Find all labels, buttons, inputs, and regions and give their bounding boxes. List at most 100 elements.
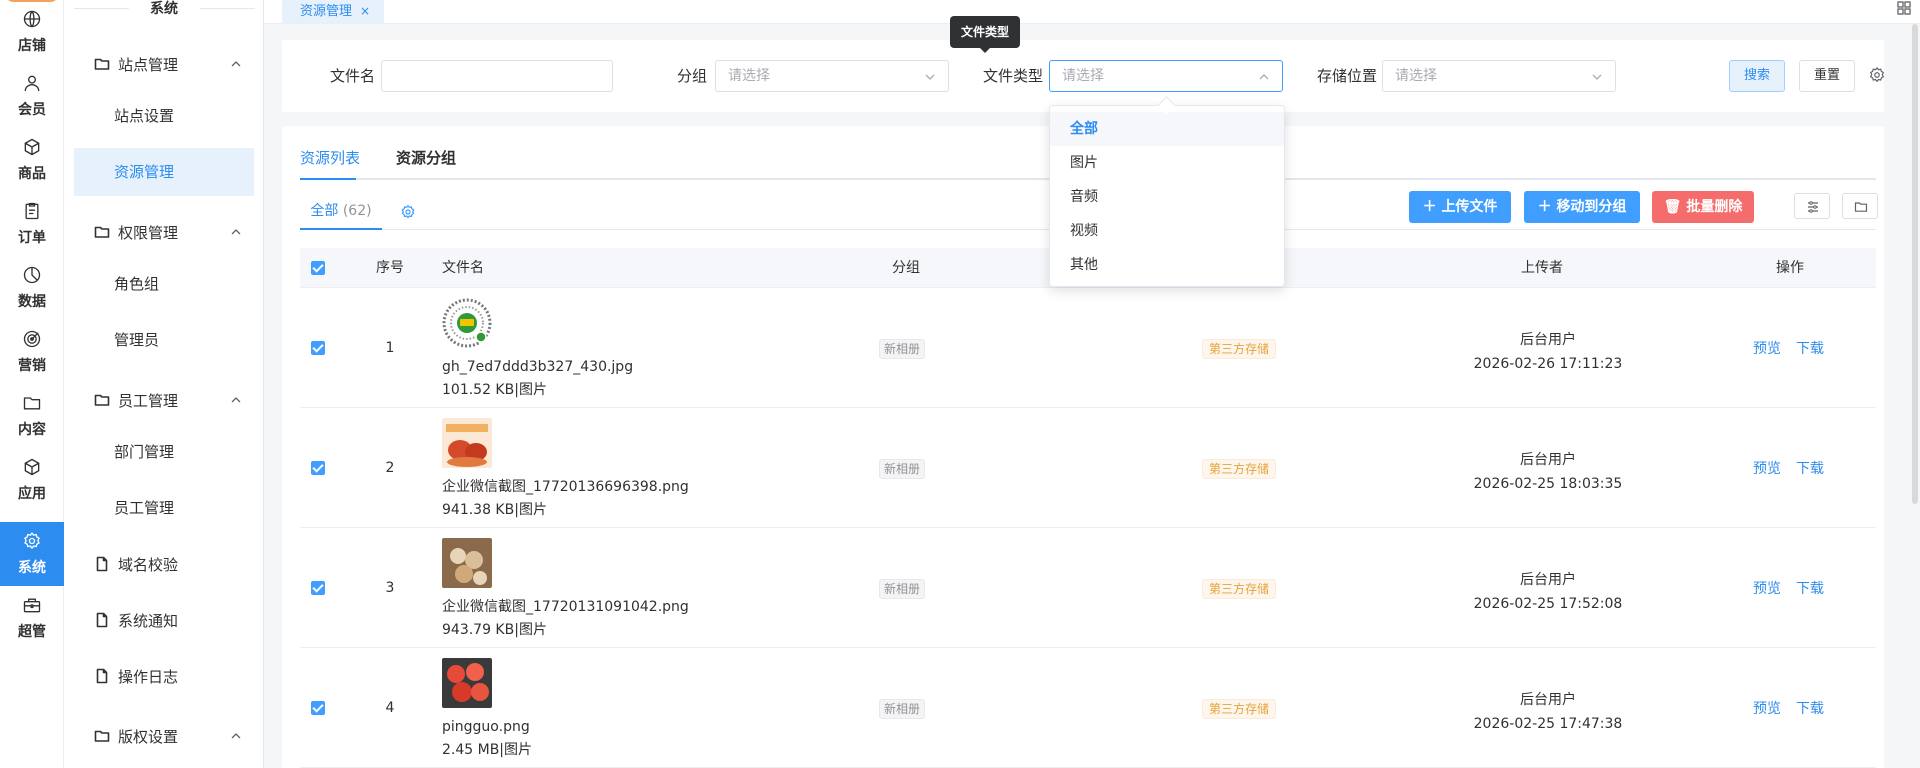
menu-item-resource-management[interactable]: 资源管理 — [74, 148, 254, 196]
folder-view-button[interactable] — [1842, 193, 1878, 219]
rail-item-product[interactable]: 商品 — [0, 128, 64, 192]
menu-item-site-settings[interactable]: 站点设置 — [74, 92, 254, 140]
chevron-up-icon — [231, 229, 241, 235]
grid-icon[interactable] — [1896, 0, 1912, 16]
menu-group-label: 版权设置 — [118, 727, 179, 746]
group-select[interactable]: 请选择 — [715, 60, 949, 92]
rail-item-marketing[interactable]: 营销 — [0, 320, 64, 384]
move-to-group-button[interactable]: ＋ 移动到分组 — [1524, 191, 1640, 223]
rail-label: 系统 — [18, 560, 46, 576]
vertical-scrollbar[interactable] — [1912, 24, 1918, 504]
select-all-checkbox[interactable] — [311, 261, 325, 275]
folder-icon — [94, 58, 110, 70]
table-row: 1 gh_7ed7ddd3b327_430.jpg 101.52 KB|图片 新… — [300, 288, 1876, 408]
move-to-group-label: 移动到分组 — [1556, 199, 1627, 215]
menu-group-permission[interactable]: 权限管理 — [64, 212, 264, 252]
uploader-cell: 后台用户 2026-02-25 18:03:35 — [1448, 448, 1648, 496]
row-checkbox[interactable] — [311, 461, 325, 475]
header-index: 序号 — [376, 260, 404, 276]
upload-file-button[interactable]: ＋ 上传文件 — [1409, 191, 1511, 223]
folder-icon — [94, 394, 110, 406]
storage-select-placeholder: 请选择 — [1395, 68, 1437, 84]
storage-label: 存储位置 — [1317, 67, 1378, 85]
order-icon — [25, 202, 39, 220]
rail-item-content[interactable]: 内容 — [0, 384, 64, 448]
chevron-up-icon — [231, 397, 241, 403]
download-link[interactable]: 下载 — [1796, 460, 1824, 478]
app-icon — [24, 458, 40, 476]
filetype-select[interactable]: 请选择 — [1049, 60, 1283, 92]
menu-item-staff[interactable]: 员工管理 — [74, 484, 254, 532]
table-row: 2 企业微信截图_17720136696398.png 941.38 KB|图片… — [300, 408, 1876, 528]
preview-link[interactable]: 预览 — [1753, 460, 1781, 478]
filetype-dropdown: 全部 图片 音频 视频 其他 — [1049, 105, 1285, 287]
tab-resource-management[interactable]: 资源管理 × — [282, 0, 385, 24]
storage-tag: 第三方存储 — [1202, 699, 1277, 719]
preview-link[interactable]: 预览 — [1753, 580, 1781, 598]
subtab-all[interactable]: 全部 (62) — [300, 196, 382, 230]
dropdown-option-audio[interactable]: 音频 — [1050, 180, 1284, 214]
gear-icon[interactable] — [1868, 66, 1886, 84]
content-icon — [23, 397, 41, 410]
menu-item-role-group[interactable]: 角色组 — [74, 260, 254, 308]
folder-icon — [1854, 202, 1868, 212]
thumbnail-image[interactable] — [442, 418, 492, 468]
rail-item-app[interactable]: 应用 — [0, 448, 64, 512]
uploader-name: 后台用户 — [1520, 692, 1576, 708]
dropdown-option-other[interactable]: 其他 — [1050, 248, 1284, 282]
dropdown-option-video[interactable]: 视频 — [1050, 214, 1284, 248]
rail-item-member[interactable]: 会员 — [0, 64, 64, 128]
download-link[interactable]: 下载 — [1796, 340, 1824, 358]
row-checkbox[interactable] — [311, 581, 325, 595]
group-tag: 新相册 — [879, 339, 926, 359]
menu-group-staff[interactable]: 员工管理 — [64, 380, 264, 420]
filetype-select-placeholder: 请选择 — [1062, 68, 1104, 84]
menu-item-operation-log[interactable]: 操作日志 — [64, 656, 264, 696]
tab-resource-list[interactable]: 资源列表 — [300, 148, 360, 168]
download-link[interactable]: 下载 — [1796, 580, 1824, 598]
file-meta: 2.45 MB|图片 — [442, 742, 533, 758]
menu-item-department[interactable]: 部门管理 — [74, 428, 254, 476]
file-name: pingguo.png — [442, 719, 530, 735]
rail-item-system[interactable]: 系统 — [0, 522, 64, 586]
thumbnail-image[interactable] — [442, 538, 492, 588]
upload-file-label: 上传文件 — [1441, 199, 1498, 215]
reset-button[interactable]: 重置 — [1799, 60, 1855, 92]
tab-resource-group[interactable]: 资源分组 — [396, 148, 456, 168]
gear-icon[interactable] — [400, 204, 416, 220]
column-settings-button[interactable] — [1794, 193, 1830, 219]
batch-delete-button[interactable]: 🗑 批量删除 — [1652, 191, 1754, 223]
group-tag: 新相册 — [879, 579, 926, 599]
rail-item-data[interactable]: 数据 — [0, 256, 64, 320]
preview-link[interactable]: 预览 — [1753, 700, 1781, 718]
filetype-tooltip: 文件类型 — [950, 16, 1020, 53]
chevron-up-icon — [1259, 74, 1269, 80]
preview-link[interactable]: 预览 — [1753, 340, 1781, 358]
upload-time: 2026-02-25 17:47:38 — [1473, 716, 1623, 732]
rail-item-order[interactable]: 订单 — [0, 192, 64, 256]
dropdown-option-all[interactable]: 全部 — [1050, 112, 1284, 146]
menu-item-system-notice[interactable]: 系统通知 — [64, 600, 264, 640]
menu-item-administrator[interactable]: 管理员 — [74, 316, 254, 364]
thumbnail-qrcode[interactable] — [442, 298, 492, 348]
close-icon[interactable]: × — [360, 4, 370, 18]
menu-group-label: 权限管理 — [118, 223, 179, 242]
rail-label: 数据 — [18, 294, 46, 310]
row-checkbox[interactable] — [311, 701, 325, 715]
menu-item-domain-verify[interactable]: 域名校验 — [64, 544, 264, 584]
rail-label: 会员 — [18, 102, 46, 118]
storage-select[interactable]: 请选择 — [1382, 60, 1616, 92]
download-link[interactable]: 下载 — [1796, 700, 1824, 718]
file-name: 企业微信截图_17720131091042.png — [442, 599, 689, 615]
filename-input[interactable] — [381, 60, 613, 92]
thumbnail-image[interactable] — [442, 658, 492, 708]
rail-item-admin[interactable]: 超管 — [0, 586, 64, 650]
menu-group-copyright[interactable]: 版权设置 — [64, 716, 264, 756]
rail-item-store[interactable]: 店铺 — [0, 0, 64, 64]
menu-group-site[interactable]: 站点管理 — [64, 44, 264, 84]
file-meta: 943.79 KB|图片 — [442, 622, 547, 638]
row-checkbox[interactable] — [311, 341, 325, 355]
dropdown-option-image[interactable]: 图片 — [1050, 146, 1284, 180]
search-button[interactable]: 搜索 — [1729, 60, 1785, 92]
upload-time: 2026-02-25 17:52:08 — [1473, 596, 1623, 612]
